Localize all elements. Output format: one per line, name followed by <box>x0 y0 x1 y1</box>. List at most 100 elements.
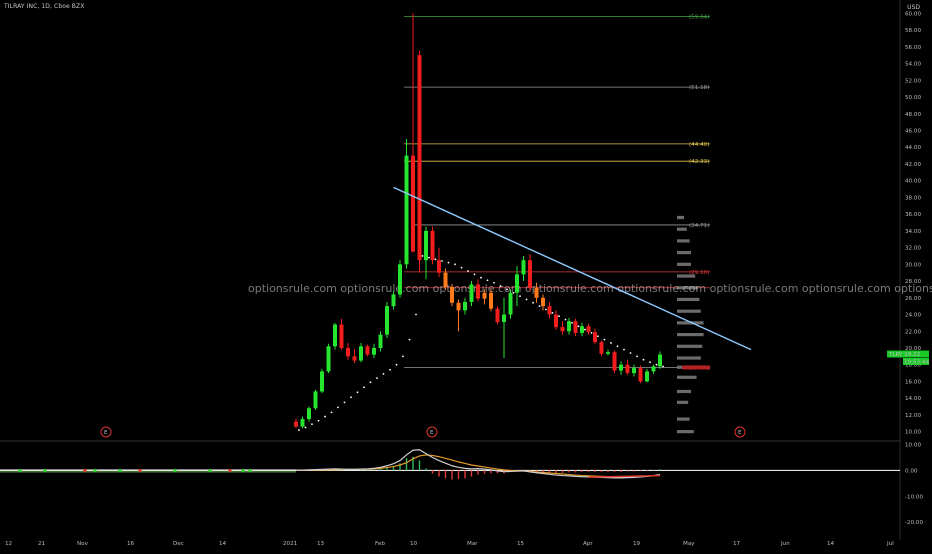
sar-dot <box>298 429 300 431</box>
candle-body <box>567 321 571 332</box>
sar-dot <box>584 328 586 331</box>
sar-dot <box>389 368 391 371</box>
candle-body <box>326 346 331 372</box>
price-tick-label: 56.00 <box>905 45 921 51</box>
candle-body <box>333 324 337 347</box>
candle-body <box>593 332 597 343</box>
earnings-marker-label: E <box>430 430 434 436</box>
sar-dot <box>304 426 307 429</box>
candle-body <box>586 326 591 333</box>
osc-cross-dot <box>241 468 245 473</box>
candle-body <box>404 155 409 265</box>
candle-body <box>469 284 474 302</box>
chart-stage[interactable]: 10.00 12.00 14.00 16.00 18.00 20.00 22.00 24.00… <box>0 0 932 550</box>
sar-dot <box>395 363 398 366</box>
candle-body <box>456 302 461 311</box>
time-tick-label: 14 <box>219 541 227 547</box>
sar-dot <box>343 401 346 404</box>
volume-profile-bar <box>677 389 691 394</box>
sar-dot <box>493 281 495 284</box>
candle-body <box>385 306 389 335</box>
sar-dot <box>350 396 352 399</box>
price-tick-label: 38.00 <box>905 195 921 201</box>
price-tick-label: 40.00 <box>905 179 921 185</box>
sar-dot <box>473 273 476 276</box>
time-tick-label: Apr <box>583 541 593 547</box>
time-tick-label: Jul <box>886 541 894 547</box>
volume-profile-bar <box>677 215 684 220</box>
candle-body <box>651 366 656 372</box>
sar-dot <box>610 342 612 344</box>
candle-body <box>515 274 519 293</box>
candle-body <box>300 419 305 427</box>
candle-body <box>437 260 441 273</box>
sar-dot <box>376 377 378 379</box>
time-tick-label: 13 <box>317 541 325 547</box>
osc-cross-dot <box>83 468 87 473</box>
sar-dot <box>597 335 599 338</box>
sar-dot <box>564 318 567 321</box>
time-tick-label: 17 <box>733 541 741 547</box>
last-price-tag-text: TLRY 19.22 <box>888 352 920 358</box>
price-tick-label: 16.00 <box>905 379 921 385</box>
earnings-marker-label: E <box>738 430 742 436</box>
price-tick-label: 26.00 <box>905 296 921 302</box>
price-tick-label: 22.00 <box>905 329 921 335</box>
chart-background <box>0 0 932 550</box>
candle-body <box>313 391 318 409</box>
sar-dot <box>415 313 417 316</box>
time-tick-label: 14 <box>827 541 835 547</box>
time-tick-label: May <box>683 541 695 547</box>
time-tick-label: Dec <box>173 541 184 547</box>
candle-body <box>612 352 617 371</box>
price-tick-label: 58.00 <box>905 28 921 34</box>
candle-body <box>606 352 610 354</box>
price-tick-label: 32.00 <box>905 246 921 252</box>
candle-body <box>489 292 493 309</box>
earnings-marker-label: E <box>104 430 108 436</box>
watermark-text: optionsrule.com optionsrule.com optionsr… <box>248 282 932 295</box>
candle-body <box>294 421 298 427</box>
candle-body <box>443 272 448 287</box>
candle-body <box>502 314 506 323</box>
sar-dot <box>382 373 385 375</box>
osc-cross-dot <box>138 468 142 473</box>
volume-profile-bar <box>677 309 701 313</box>
sar-dot <box>441 260 443 262</box>
sar-dot <box>655 363 658 366</box>
time-tick-label: 12 <box>5 541 12 547</box>
sar-dot <box>408 338 411 341</box>
price-tick-label: 52.00 <box>905 78 921 84</box>
sar-dot <box>369 381 372 384</box>
price-tick-label: 34.00 <box>905 229 921 235</box>
chart-canvas[interactable]: 10.0012.0014.0016.0018.0020.0022.0024.00… <box>0 0 932 550</box>
candle-body <box>365 346 370 355</box>
candle-body <box>391 294 396 307</box>
sar-dot <box>538 305 541 308</box>
osc-tick-label: 0.00 <box>905 468 918 474</box>
time-tick-label: Mar <box>467 541 478 547</box>
volume-profile-bar <box>677 375 697 379</box>
candle-body <box>398 264 402 295</box>
volume-profile-bar <box>677 297 700 302</box>
osc-cross-dot <box>18 468 22 473</box>
sar-dot <box>330 411 333 414</box>
price-tick-label: 46.00 <box>905 128 921 134</box>
price-tick-label: 24.00 <box>905 313 921 319</box>
candle-body <box>554 314 558 328</box>
sar-dot <box>623 348 625 351</box>
price-tick-label: 48.00 <box>905 112 921 118</box>
sar-dot <box>558 315 560 318</box>
candle-body <box>495 308 500 323</box>
time-tick-label: 16 <box>127 541 135 547</box>
volume-profile-bar <box>677 344 703 348</box>
osc-cross-dot <box>118 468 122 473</box>
candle-body <box>632 368 636 374</box>
time-tick-label: 2021 <box>283 541 298 547</box>
price-tick-label: 60.00 <box>905 11 921 17</box>
sar-dot <box>337 406 339 409</box>
candle-body <box>346 347 350 357</box>
sar-dot <box>434 258 437 261</box>
osc-tick-label: -20.00 <box>905 520 923 526</box>
sar-dot <box>512 291 515 294</box>
